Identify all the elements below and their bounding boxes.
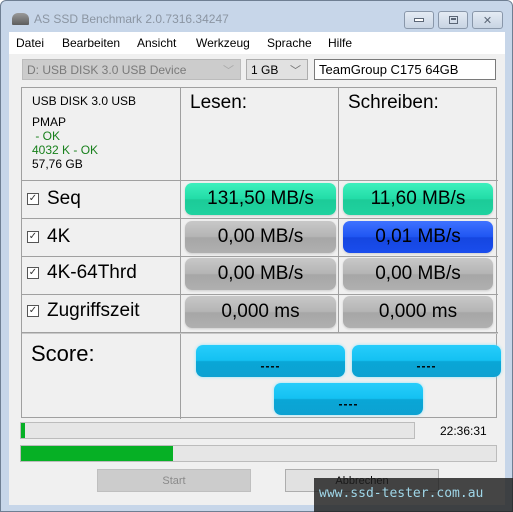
maximize-icon [448, 16, 458, 24]
score-total: ---- [274, 383, 423, 415]
overall-progress-fill [21, 446, 173, 461]
divider [180, 88, 181, 419]
seq-write-result: 11,60 MB/s [343, 183, 493, 215]
4k64-write-result: 0,00 MB/s [343, 258, 493, 290]
row-4k-toggle[interactable]: ✓ 4K [27, 226, 70, 248]
divider [22, 332, 498, 334]
driver-name: PMAP [32, 115, 67, 129]
elapsed-time: 22:36:31 [440, 424, 487, 438]
window-title: AS SSD Benchmark 2.0.7316.34247 [34, 12, 229, 26]
menu-bar: Datei Bearbeiten Ansicht Werkzeug Sprach… [9, 32, 505, 54]
access-write-result: 0,000 ms [343, 296, 493, 328]
menu-datei[interactable]: Datei [16, 36, 44, 50]
row-label: Seq [47, 188, 81, 209]
device-name: USB DISK 3.0 USB [32, 94, 137, 108]
size-select-value: 1 GB [251, 63, 279, 77]
access-read-result: 0,000 ms [185, 296, 336, 328]
row-4k64-toggle[interactable]: ✓ 4K-64Thrd [27, 262, 137, 284]
row-label: 4K-64Thrd [47, 262, 137, 283]
minimize-button[interactable] [404, 11, 434, 29]
driver-status: - OK [32, 129, 61, 143]
maximize-button[interactable] [438, 11, 468, 29]
score-label: Score: [31, 341, 95, 366]
score-write: ---- [352, 345, 501, 377]
menu-bearbeiten[interactable]: Bearbeiten [62, 36, 120, 50]
4k-write-result: 0,01 MB/s [343, 221, 493, 253]
app-window: AS SSD Benchmark 2.0.7316.34247 ✕ Datei … [0, 0, 513, 512]
drive-select[interactable]: D: USB DISK 3.0 USB Device ﹀ [22, 59, 241, 80]
drive-select-value: D: USB DISK 3.0 USB Device [27, 63, 187, 77]
row-label: 4K [47, 226, 71, 247]
menu-sprache[interactable]: Sprache [267, 36, 312, 50]
watermark: www.ssd-tester.com.au [314, 478, 513, 512]
menu-ansicht[interactable]: Ansicht [137, 36, 176, 50]
results-grid: USB DISK 3.0 USB PMAP - OK 4032 K - OK 5… [21, 87, 501, 419]
drive-name-field[interactable]: TeamGroup C175 64GB [314, 59, 496, 80]
title-bar[interactable]: AS SSD Benchmark 2.0.7316.34247 ✕ [1, 1, 512, 33]
client-area: Datei Bearbeiten Ansicht Werkzeug Sprach… [9, 32, 505, 505]
row-access-time-toggle[interactable]: ✓ Zugriffszeit [27, 300, 140, 322]
4k-read-result: 0,00 MB/s [185, 221, 336, 253]
close-button[interactable]: ✕ [472, 11, 503, 29]
seq-read-result: 131,50 MB/s [185, 183, 336, 215]
current-progress-fill [21, 423, 25, 438]
4k64-read-result: 0,00 MB/s [185, 258, 336, 290]
menu-werkzeug[interactable]: Werkzeug [196, 36, 250, 50]
divider [22, 294, 498, 295]
alignment-status: 4032 K - OK [32, 143, 99, 157]
score-read: ---- [196, 345, 345, 377]
row-seq-toggle[interactable]: ✓ Seq [27, 188, 81, 210]
divider [22, 180, 498, 181]
current-test-progress [20, 422, 415, 439]
read-header: Lesen: [190, 92, 248, 113]
divider [338, 88, 339, 332]
checkbox-checked-icon[interactable]: ✓ [27, 193, 39, 205]
chevron-down-icon: ﹀ [223, 65, 234, 77]
minimize-icon [414, 18, 424, 22]
drive-info: USB DISK 3.0 USB PMAP - OK 4032 K - OK 5… [32, 94, 136, 171]
row-label: Zugriffszeit [47, 300, 140, 321]
write-header: Schreiben: [348, 92, 439, 113]
capacity: 57,76 GB [32, 157, 83, 171]
overall-progress [20, 445, 497, 462]
drive-icon [12, 13, 29, 25]
checkbox-checked-icon[interactable]: ✓ [27, 305, 39, 317]
close-icon: ✕ [482, 14, 493, 27]
checkbox-checked-icon[interactable]: ✓ [27, 231, 39, 243]
start-button[interactable]: Start [97, 469, 251, 492]
menu-hilfe[interactable]: Hilfe [328, 36, 352, 50]
size-select[interactable]: 1 GB ﹀ [246, 59, 308, 80]
divider [22, 256, 498, 257]
chevron-down-icon: ﹀ [290, 65, 301, 77]
divider [22, 218, 498, 219]
checkbox-checked-icon[interactable]: ✓ [27, 267, 39, 279]
